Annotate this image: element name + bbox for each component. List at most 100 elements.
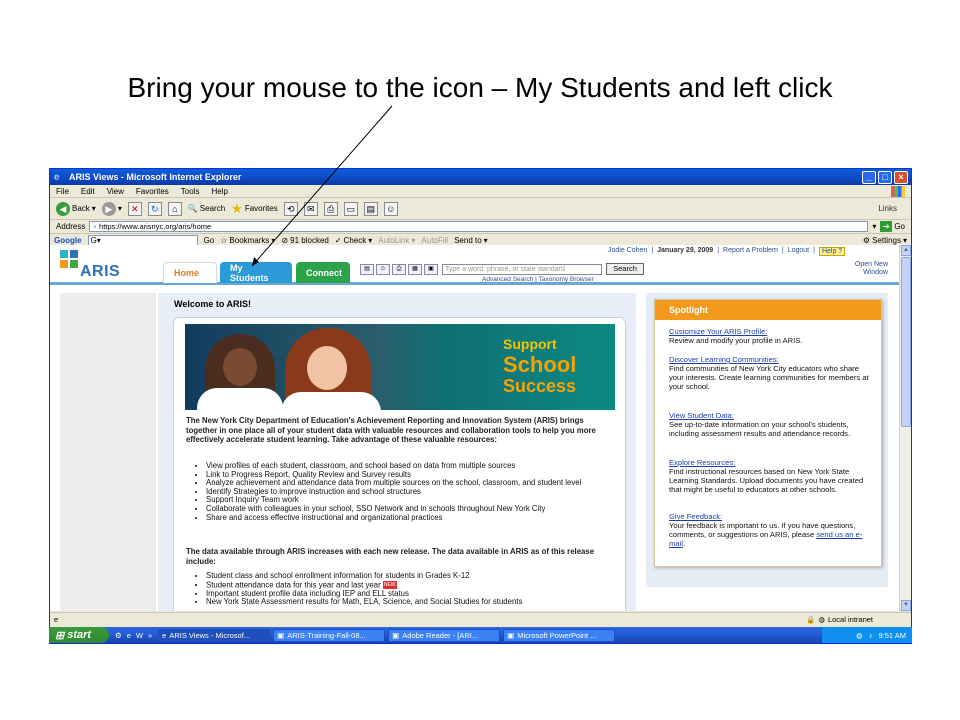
network-icon[interactable]: ◍ bbox=[856, 631, 863, 640]
powerpoint-icon: ▣ bbox=[507, 630, 515, 640]
popup-blocker[interactable]: ⊘ 91 blocked bbox=[281, 236, 328, 245]
refresh-icon[interactable]: ↻ bbox=[147, 201, 162, 216]
bookmarks-button[interactable]: ☆ Bookmarks ▾ bbox=[220, 236, 275, 245]
send-to-button[interactable]: Send to ▾ bbox=[454, 236, 488, 245]
library-icon[interactable]: ▦ bbox=[408, 264, 422, 275]
favorites-label: Favorites bbox=[244, 204, 278, 213]
aris-logo[interactable]: ARIS bbox=[60, 250, 120, 280]
address-bar: Address ▫ https://www.arisnyc.org/aris/h… bbox=[50, 220, 911, 234]
bookmarks-label: Bookmarks bbox=[229, 236, 270, 245]
quick-launch-icon[interactable]: ⚙ bbox=[115, 631, 122, 640]
report-problem-link[interactable]: Report a Problem bbox=[723, 247, 778, 256]
minimize-button[interactable]: _ bbox=[862, 170, 876, 184]
zone-label: Local intranet bbox=[827, 614, 873, 624]
chevron-down-icon[interactable]: ▾ bbox=[872, 222, 876, 231]
open-new-window-link[interactable]: Open New Window bbox=[855, 261, 888, 277]
back-button[interactable]: ◀ Back ▾ bbox=[56, 201, 96, 216]
check-label: Check bbox=[343, 236, 367, 245]
menu-file[interactable]: File bbox=[56, 187, 69, 196]
menu-view[interactable]: View bbox=[107, 187, 124, 196]
system-tray: ◍ ♪ 9:51 AM bbox=[822, 627, 912, 643]
tab-connect[interactable]: Connect bbox=[296, 262, 350, 283]
more-icon[interactable]: » bbox=[148, 631, 152, 640]
content-box: Support School Success The New York City… bbox=[173, 317, 626, 611]
separator: | bbox=[651, 247, 654, 254]
left-rail bbox=[60, 293, 156, 611]
logo-square bbox=[70, 260, 78, 268]
start-button[interactable]: ⊞ start bbox=[49, 627, 109, 643]
ie-icon[interactable]: e bbox=[127, 631, 131, 640]
address-field[interactable]: ▫ https://www.arisnyc.org/aris/home bbox=[89, 221, 869, 232]
taskbar: ⊞ start ⚙ e W » e ARIS Views - Microsof..… bbox=[49, 627, 912, 643]
google-go-button[interactable]: Go bbox=[204, 236, 215, 245]
settings-button[interactable]: ⚙ Settings ▾ bbox=[863, 236, 911, 245]
spell-check-button[interactable]: ✓ Check ▾ bbox=[335, 236, 372, 245]
history-icon[interactable]: ⟲ bbox=[283, 201, 298, 216]
maximize-button[interactable]: □ bbox=[878, 170, 892, 184]
grid-icon[interactable]: ▣ bbox=[424, 264, 438, 275]
current-date: January 29, 2009 bbox=[657, 247, 714, 254]
print-icon[interactable]: ⎙ bbox=[323, 201, 338, 216]
spotlight-item: Give Feedback: Your feedback is importan… bbox=[669, 512, 869, 549]
face bbox=[223, 348, 257, 386]
menu-favorites[interactable]: Favorites bbox=[136, 187, 169, 196]
list-item: Share and access effective instructional… bbox=[206, 513, 610, 523]
print-icon[interactable]: ⎙ bbox=[392, 264, 406, 275]
go-button[interactable]: ➔ Go bbox=[880, 221, 911, 232]
mail-icon[interactable]: ✉ bbox=[303, 201, 318, 216]
open-window-label: Window bbox=[863, 269, 888, 276]
search-icon: 🔍 bbox=[187, 204, 198, 213]
favorites-button[interactable]: ★ Favorites bbox=[231, 201, 278, 217]
spotlight-text: Find instructional resources based on Ne… bbox=[669, 466, 864, 494]
clock[interactable]: 9:51 AM bbox=[878, 631, 906, 640]
close-button[interactable]: × bbox=[894, 170, 908, 184]
search-button[interactable]: 🔍 Search bbox=[188, 204, 225, 213]
title-bar[interactable]: e ARIS Views - Microsoft Internet Explor… bbox=[50, 169, 911, 185]
links-label[interactable]: Links bbox=[878, 204, 911, 213]
shirt bbox=[197, 388, 283, 410]
banner-line-1: Support bbox=[503, 336, 557, 352]
aris-logo-text: ARIS bbox=[80, 263, 121, 280]
banner-line-3: Success bbox=[503, 376, 577, 396]
edit-icon[interactable]: ▭ bbox=[343, 201, 358, 216]
home-icon[interactable]: ⌂ bbox=[167, 201, 182, 216]
stop-icon[interactable]: ✕ bbox=[127, 201, 142, 216]
google-logo[interactable]: Google bbox=[54, 236, 82, 245]
data-list: Student class and school enrollment info… bbox=[198, 571, 610, 607]
taskbar-item[interactable]: ▣ Microsoft PowerPoint ... bbox=[503, 628, 616, 642]
page-viewport: ARIS Home My Students Connect ▤ ☺ ⎙ ▦ ▣ … bbox=[50, 245, 900, 611]
scroll-thumb[interactable] bbox=[901, 257, 911, 427]
forward-button[interactable]: ▶ ▾ bbox=[101, 201, 122, 216]
taskbar-item[interactable]: ▣ ARIS-Training-Fall-08... bbox=[273, 628, 386, 642]
logout-link[interactable]: Logout bbox=[788, 247, 809, 256]
page-icon: ▫ bbox=[93, 222, 97, 231]
taskbar-item[interactable]: ▣ Adobe Reader - [ARI... bbox=[388, 628, 501, 642]
status-bar: e 🔒 ◍ Local intranet bbox=[50, 612, 911, 625]
taskbar-item[interactable]: e ARIS Views - Microsof... bbox=[158, 628, 271, 642]
scroll-up-icon[interactable]: ▲ bbox=[901, 245, 911, 256]
notes-icon[interactable]: ▤ bbox=[360, 264, 374, 275]
browser-window: e ARIS Views - Microsoft Internet Explor… bbox=[49, 168, 912, 644]
aris-search-button[interactable]: Search bbox=[606, 263, 644, 275]
menu-edit[interactable]: Edit bbox=[81, 187, 95, 196]
logo-square bbox=[60, 260, 68, 268]
menu-tools[interactable]: Tools bbox=[181, 187, 200, 196]
vertical-scrollbar[interactable]: ▲ ▼ bbox=[899, 245, 911, 611]
people-icon[interactable]: ☺ bbox=[376, 264, 390, 275]
star-icon: ★ bbox=[231, 200, 243, 216]
folder-icon[interactable]: ▤ bbox=[363, 201, 378, 216]
tab-home[interactable]: Home bbox=[163, 262, 217, 283]
aris-search-input[interactable]: Type a word, phrase, or state standard bbox=[442, 264, 602, 275]
advanced-search-links[interactable]: Advanced Search | Taxonomy Browser bbox=[482, 276, 594, 283]
autolink-button[interactable]: AutoLink ▾ bbox=[378, 236, 415, 245]
messenger-icon[interactable]: ☺ bbox=[383, 201, 398, 216]
help-button[interactable]: Help ? bbox=[818, 247, 846, 256]
autofill-button[interactable]: AutoFill bbox=[421, 236, 448, 245]
menu-help[interactable]: Help bbox=[211, 187, 227, 196]
volume-icon[interactable]: ♪ bbox=[869, 631, 873, 640]
scroll-down-icon[interactable]: ▼ bbox=[901, 600, 911, 611]
pdf-icon: ▣ bbox=[277, 630, 285, 640]
spotlight-panel: Spotlight Customize Your ARIS Profile: R… bbox=[646, 293, 888, 587]
tab-my-students[interactable]: My Students bbox=[220, 262, 292, 283]
word-icon[interactable]: W bbox=[136, 631, 143, 640]
